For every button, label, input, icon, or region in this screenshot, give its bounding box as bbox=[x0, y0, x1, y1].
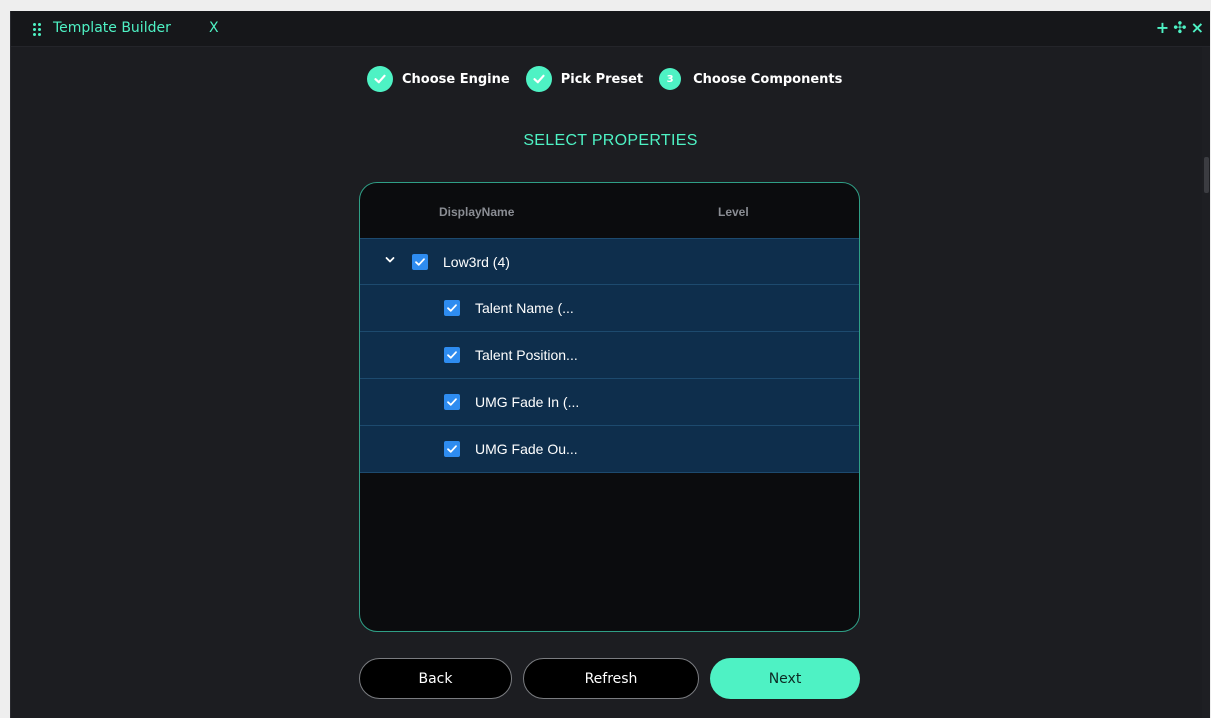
checkmark-icon bbox=[447, 445, 457, 453]
refresh-button[interactable]: Refresh bbox=[523, 658, 699, 699]
screen-frame: Template Builder X + ✣ × Choose Engine P… bbox=[0, 0, 1211, 718]
move-icon[interactable]: ✣ bbox=[1173, 19, 1186, 37]
checkmark-icon bbox=[447, 351, 457, 359]
tree-row[interactable]: UMG Fade In (... bbox=[360, 379, 859, 426]
drag-handle-icon[interactable] bbox=[33, 22, 45, 38]
row-label: Talent Name (... bbox=[475, 300, 574, 316]
tree-row[interactable]: Talent Position... bbox=[360, 332, 859, 379]
properties-tree-table: DisplayName Level Low3rd (4) Talent Name… bbox=[359, 182, 860, 632]
tree-row-parent[interactable]: Low3rd (4) bbox=[360, 238, 859, 285]
checkmark-icon bbox=[447, 398, 457, 406]
step-number-badge: 3 bbox=[659, 68, 682, 90]
tree-row[interactable]: UMG Fade Ou... bbox=[360, 426, 859, 473]
step-label: Pick Preset bbox=[560, 71, 644, 87]
step-label: Choose Engine bbox=[402, 71, 510, 87]
step-choose-engine[interactable]: Choose Engine bbox=[367, 66, 510, 92]
chevron-down-icon[interactable] bbox=[384, 254, 396, 266]
template-builder-window: Template Builder X + ✣ × Choose Engine P… bbox=[10, 11, 1210, 718]
close-icon[interactable]: × bbox=[1191, 19, 1204, 37]
checkbox[interactable] bbox=[412, 254, 428, 270]
window-actions: + ✣ × bbox=[1156, 19, 1204, 37]
scrollbar-thumb[interactable] bbox=[1204, 157, 1209, 193]
checkmark-icon bbox=[415, 258, 425, 266]
column-header-level[interactable]: Level bbox=[718, 205, 749, 219]
row-label: UMG Fade In (... bbox=[475, 394, 580, 410]
column-header-displayname[interactable]: DisplayName bbox=[439, 205, 514, 219]
next-button[interactable]: Next bbox=[710, 658, 860, 699]
tree-row[interactable]: Talent Name (... bbox=[360, 285, 859, 332]
add-icon[interactable]: + bbox=[1156, 19, 1169, 37]
table-body: Low3rd (4) Talent Name (... Talent Posit… bbox=[360, 238, 859, 473]
checkbox[interactable] bbox=[444, 347, 460, 363]
check-circle-icon bbox=[367, 66, 393, 92]
title-bar[interactable]: Template Builder X + ✣ × bbox=[11, 11, 1210, 47]
checkbox[interactable] bbox=[444, 394, 460, 410]
checkbox[interactable] bbox=[444, 441, 460, 457]
step-label: Choose Components bbox=[693, 71, 843, 87]
back-button[interactable]: Back bbox=[359, 658, 512, 699]
checkmark-icon bbox=[447, 304, 457, 312]
step-pick-preset[interactable]: Pick Preset bbox=[525, 66, 644, 92]
check-circle-icon bbox=[525, 66, 552, 92]
window-title: Template Builder bbox=[53, 20, 171, 36]
section-title: SELECT PROPERTIES bbox=[523, 132, 698, 149]
step-choose-components[interactable]: 3 Choose Components bbox=[659, 68, 842, 90]
checkbox[interactable] bbox=[444, 300, 460, 316]
row-label: Talent Position... bbox=[475, 347, 578, 363]
close-tab-button[interactable]: X bbox=[209, 20, 219, 36]
table-header: DisplayName Level bbox=[360, 183, 859, 238]
row-label: UMG Fade Ou... bbox=[475, 441, 578, 457]
wizard-stepper: Choose Engine Pick Preset 3 Choose Compo… bbox=[367, 66, 858, 92]
row-label: Low3rd (4) bbox=[443, 254, 510, 270]
